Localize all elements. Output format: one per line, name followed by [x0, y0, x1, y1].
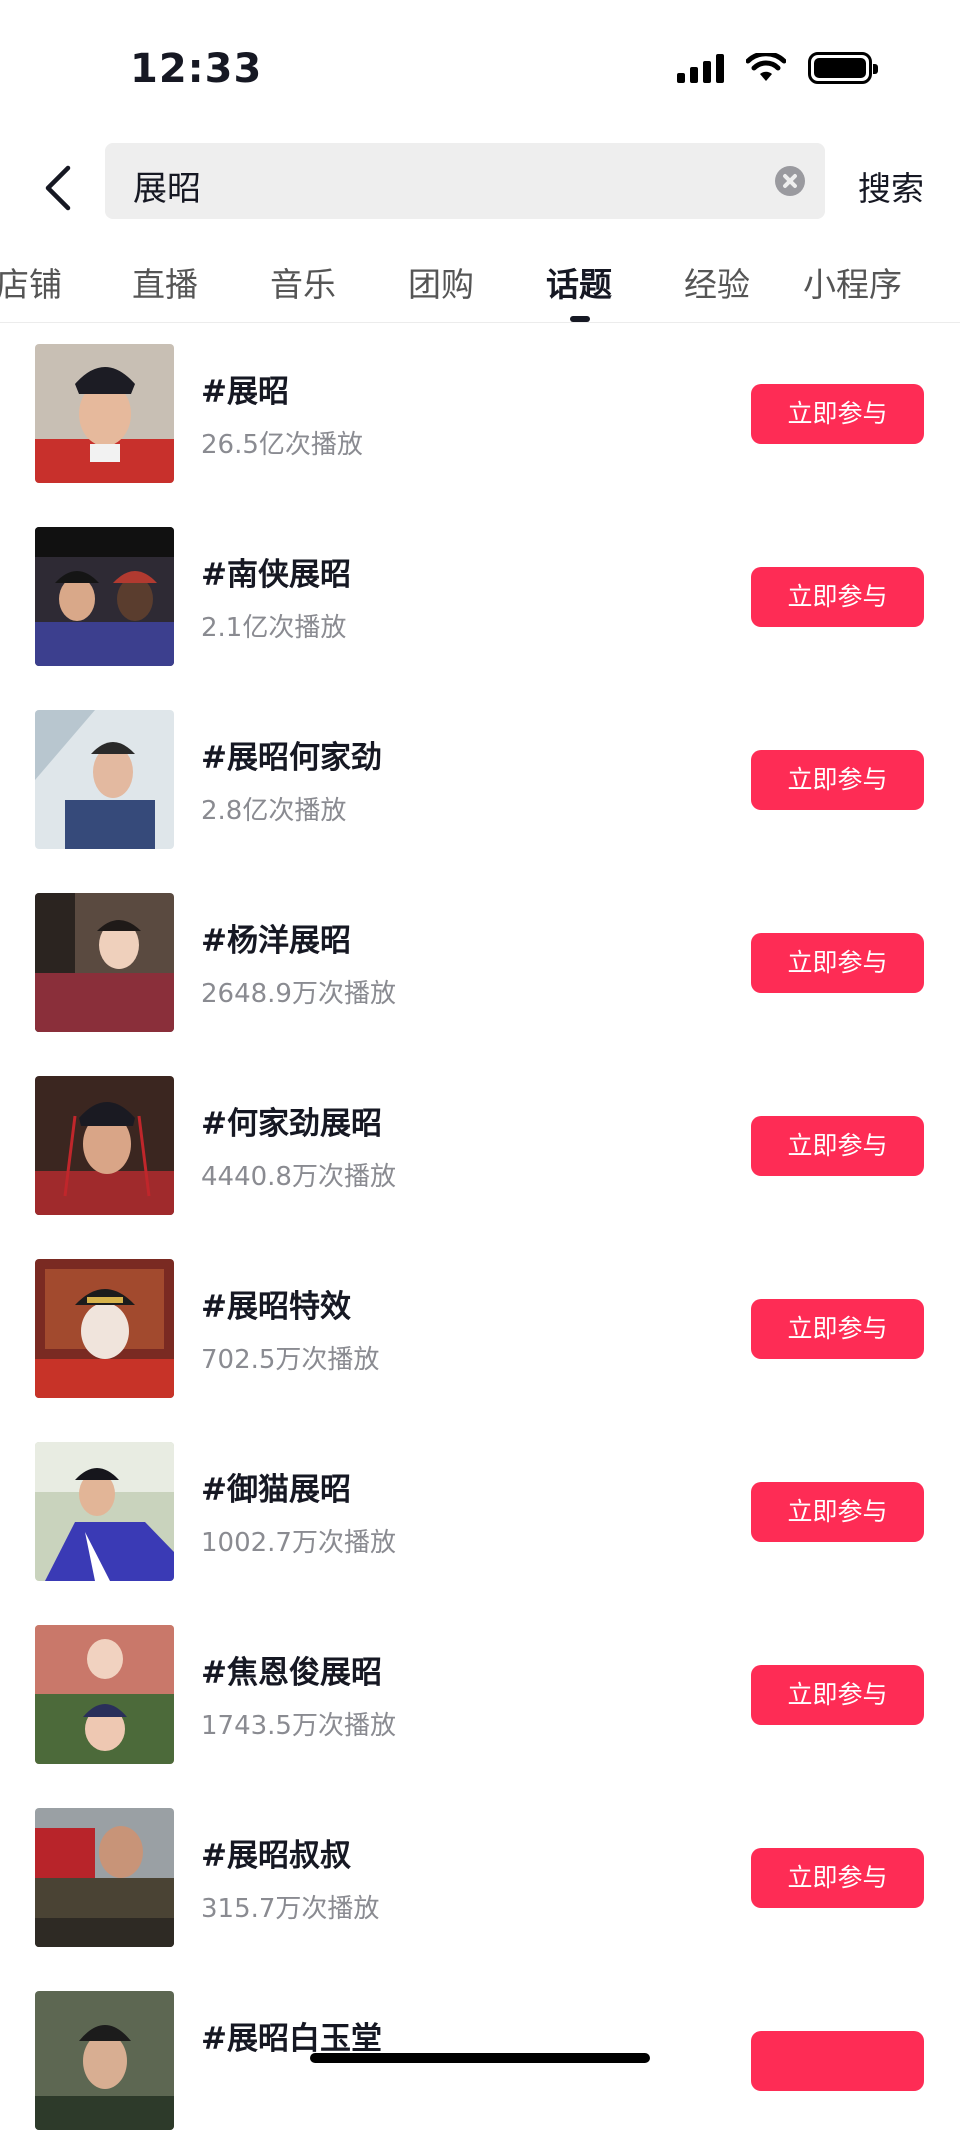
topic-thumbnail	[35, 344, 174, 483]
chevron-left-icon	[45, 165, 71, 211]
join-topic-button[interactable]: 立即参与	[751, 933, 924, 993]
search-query-text: 展昭	[133, 169, 201, 209]
topic-thumbnail	[35, 893, 174, 1032]
topic-title: #南侠展昭	[201, 557, 351, 593]
topic-thumbnail	[35, 1808, 174, 1947]
status-time: 12:33	[130, 46, 263, 92]
tab-experience[interactable]: 经验	[684, 258, 750, 306]
cellular-signal-icon	[677, 53, 724, 83]
join-topic-button[interactable]: 立即参与	[751, 750, 924, 810]
join-topic-button[interactable]: 立即参与	[751, 1116, 924, 1176]
topic-play-count: 4440.8万次播放	[201, 1162, 396, 1192]
topic-thumbnail	[35, 710, 174, 849]
topic-row[interactable]: #何家劲展昭 4440.8万次播放 立即参与	[0, 1054, 960, 1237]
topic-row[interactable]: #展昭 26.5亿次播放 立即参与	[0, 322, 960, 505]
tab-shops[interactable]: 店铺	[0, 258, 62, 306]
topic-title: #御猫展昭	[201, 1472, 351, 1508]
topic-title: #展昭何家劲	[201, 740, 382, 776]
topic-title: #展昭特效	[201, 1289, 351, 1325]
tab-music[interactable]: 音乐	[270, 258, 336, 306]
tab-group-buy[interactable]: 团购	[408, 258, 474, 306]
topic-row[interactable]: #展昭何家劲 2.8亿次播放 立即参与	[0, 688, 960, 871]
topic-thumbnail	[35, 1076, 174, 1215]
topic-thumbnail	[35, 1625, 174, 1764]
topic-play-count: 2.8亿次播放	[201, 796, 347, 826]
topic-row[interactable]: #南侠展昭 2.1亿次播放 立即参与	[0, 505, 960, 688]
tab-mini-programs[interactable]: 小程序	[803, 258, 902, 306]
topic-play-count: 702.5万次播放	[201, 1345, 380, 1375]
join-topic-button[interactable]: 立即参与	[751, 567, 924, 627]
topic-title: #杨洋展昭	[201, 923, 351, 959]
topic-row[interactable]: #御猫展昭 1002.7万次播放 立即参与	[0, 1420, 960, 1603]
search-input[interactable]: 展昭	[105, 143, 825, 219]
topic-title: #展昭	[201, 374, 289, 410]
topic-play-count: 26.5亿次播放	[201, 430, 363, 460]
topic-title: #展昭叔叔	[201, 1838, 351, 1874]
topic-thumbnail	[35, 1442, 174, 1581]
topic-row[interactable]: #展昭特效 702.5万次播放 立即参与	[0, 1237, 960, 1420]
topic-play-count: 2.1亿次播放	[201, 613, 347, 643]
topic-play-count: 2648.9万次播放	[201, 979, 396, 1009]
topic-play-count: 1002.7万次播放	[201, 1528, 396, 1558]
tab-live[interactable]: 直播	[132, 258, 198, 306]
topic-row[interactable]: #杨洋展昭 2648.9万次播放 立即参与	[0, 871, 960, 1054]
battery-icon	[808, 52, 878, 84]
topic-title: #何家劲展昭	[201, 1106, 382, 1142]
search-header: 展昭 搜索	[0, 140, 960, 250]
back-button[interactable]	[36, 158, 86, 218]
join-topic-button[interactable]	[751, 2031, 924, 2091]
join-topic-button[interactable]: 立即参与	[751, 1665, 924, 1725]
clear-search-icon[interactable]	[775, 166, 805, 196]
category-tabs: 店铺 直播 音乐 团购 话题 经验 小程序	[0, 250, 960, 323]
topic-thumbnail	[35, 1259, 174, 1398]
topic-play-count: 315.7万次播放	[201, 1894, 380, 1924]
topic-play-count: 1743.5万次播放	[201, 1711, 396, 1741]
status-icons	[677, 52, 878, 84]
topic-row[interactable]: #焦恩俊展昭 1743.5万次播放 立即参与	[0, 1603, 960, 1786]
tab-topics[interactable]: 话题	[546, 258, 612, 306]
join-topic-button[interactable]: 立即参与	[751, 1482, 924, 1542]
status-bar: 12:33	[0, 0, 960, 140]
home-indicator[interactable]	[310, 2053, 650, 2063]
topic-thumbnail	[35, 1991, 174, 2130]
search-button[interactable]: 搜索	[858, 162, 924, 210]
join-topic-button[interactable]: 立即参与	[751, 1299, 924, 1359]
topic-thumbnail	[35, 527, 174, 666]
topic-title: #焦恩俊展昭	[201, 1655, 382, 1691]
topic-row[interactable]: #展昭叔叔 315.7万次播放 立即参与	[0, 1786, 960, 1969]
join-topic-button[interactable]: 立即参与	[751, 384, 924, 444]
topic-title: #展昭白玉堂	[201, 2021, 382, 2057]
wifi-icon	[746, 53, 786, 81]
join-topic-button[interactable]: 立即参与	[751, 1848, 924, 1908]
